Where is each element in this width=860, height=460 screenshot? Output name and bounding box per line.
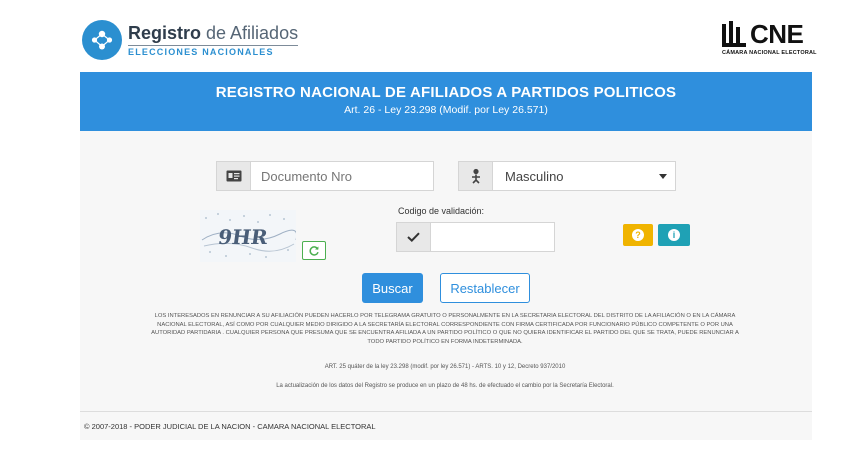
banner-title: REGISTRO NACIONAL DE AFILIADOS A PARTIDO… <box>215 84 677 101</box>
validation-field[interactable] <box>396 222 555 252</box>
info-button[interactable]: i <box>658 224 690 246</box>
document-input[interactable]: Documento Nro <box>251 169 433 184</box>
legal-paragraph: LOS INTERESADOS EN RENUNCIAR A SU AFILIA… <box>151 313 739 345</box>
footer-copyright: © 2007-2018 - PODER JUDICIAL DE LA NACIO… <box>84 422 376 431</box>
cne-subtitle: CÁMARA NACIONAL ELECTORAL <box>722 50 817 56</box>
help-button[interactable]: ? <box>623 224 653 246</box>
banner-subtitle: Art. 26 - Ley 23.298 (Modif. por Ley 26.… <box>344 104 548 116</box>
cne-logo[interactable]: CNE CÁMARA NACIONAL ELECTORAL <box>722 20 817 56</box>
legal-article-reference: ART. 25 quáter de la ley 23.298 (modif. … <box>324 364 566 370</box>
refresh-captcha-button[interactable] <box>302 241 326 260</box>
check-icon <box>397 223 431 251</box>
gender-selected-value: Masculino <box>505 168 564 184</box>
logo-title: Registro de Afiliados <box>128 23 298 43</box>
validation-label: Codigo de validación: <box>398 206 485 216</box>
logo-title-rest: de Afiliados <box>201 23 299 43</box>
gender-select[interactable]: Masculino <box>458 161 676 191</box>
question-icon: ? <box>632 229 644 241</box>
logo-text: Registro de Afiliados ELECCIONES NACIONA… <box>128 23 299 57</box>
captcha-text: 9HR <box>217 225 270 249</box>
footer: © 2007-2018 - PODER JUDICIAL DE LA NACIO… <box>80 411 812 440</box>
update-notice: La actualización de los datos del Regist… <box>276 383 614 389</box>
cne-row: CNE <box>722 20 814 48</box>
logo-subtitle: ELECCIONES NACIONALES <box>128 45 299 57</box>
cne-mark-icon <box>722 21 746 47</box>
captcha-image: 9HR <box>200 210 298 262</box>
chevron-down-icon <box>659 173 667 179</box>
document-field[interactable]: Documento Nro <box>216 161 434 191</box>
banner: REGISTRO NACIONAL DE AFILIADOS A PARTIDO… <box>80 72 812 131</box>
reset-button[interactable]: Restablecer <box>440 273 530 303</box>
id-card-icon <box>217 162 251 190</box>
refresh-icon <box>309 245 319 256</box>
people-network-icon <box>82 20 122 60</box>
person-icon <box>459 162 493 190</box>
info-icon: i <box>668 229 680 241</box>
search-button[interactable]: Buscar <box>362 273 423 303</box>
registro-logo[interactable]: Registro de Afiliados ELECCIONES NACIONA… <box>82 20 299 60</box>
page: Registro de Afiliados ELECCIONES NACIONA… <box>0 0 860 460</box>
logo-title-bold: Registro <box>128 23 202 43</box>
cne-word: CNE <box>750 19 804 49</box>
